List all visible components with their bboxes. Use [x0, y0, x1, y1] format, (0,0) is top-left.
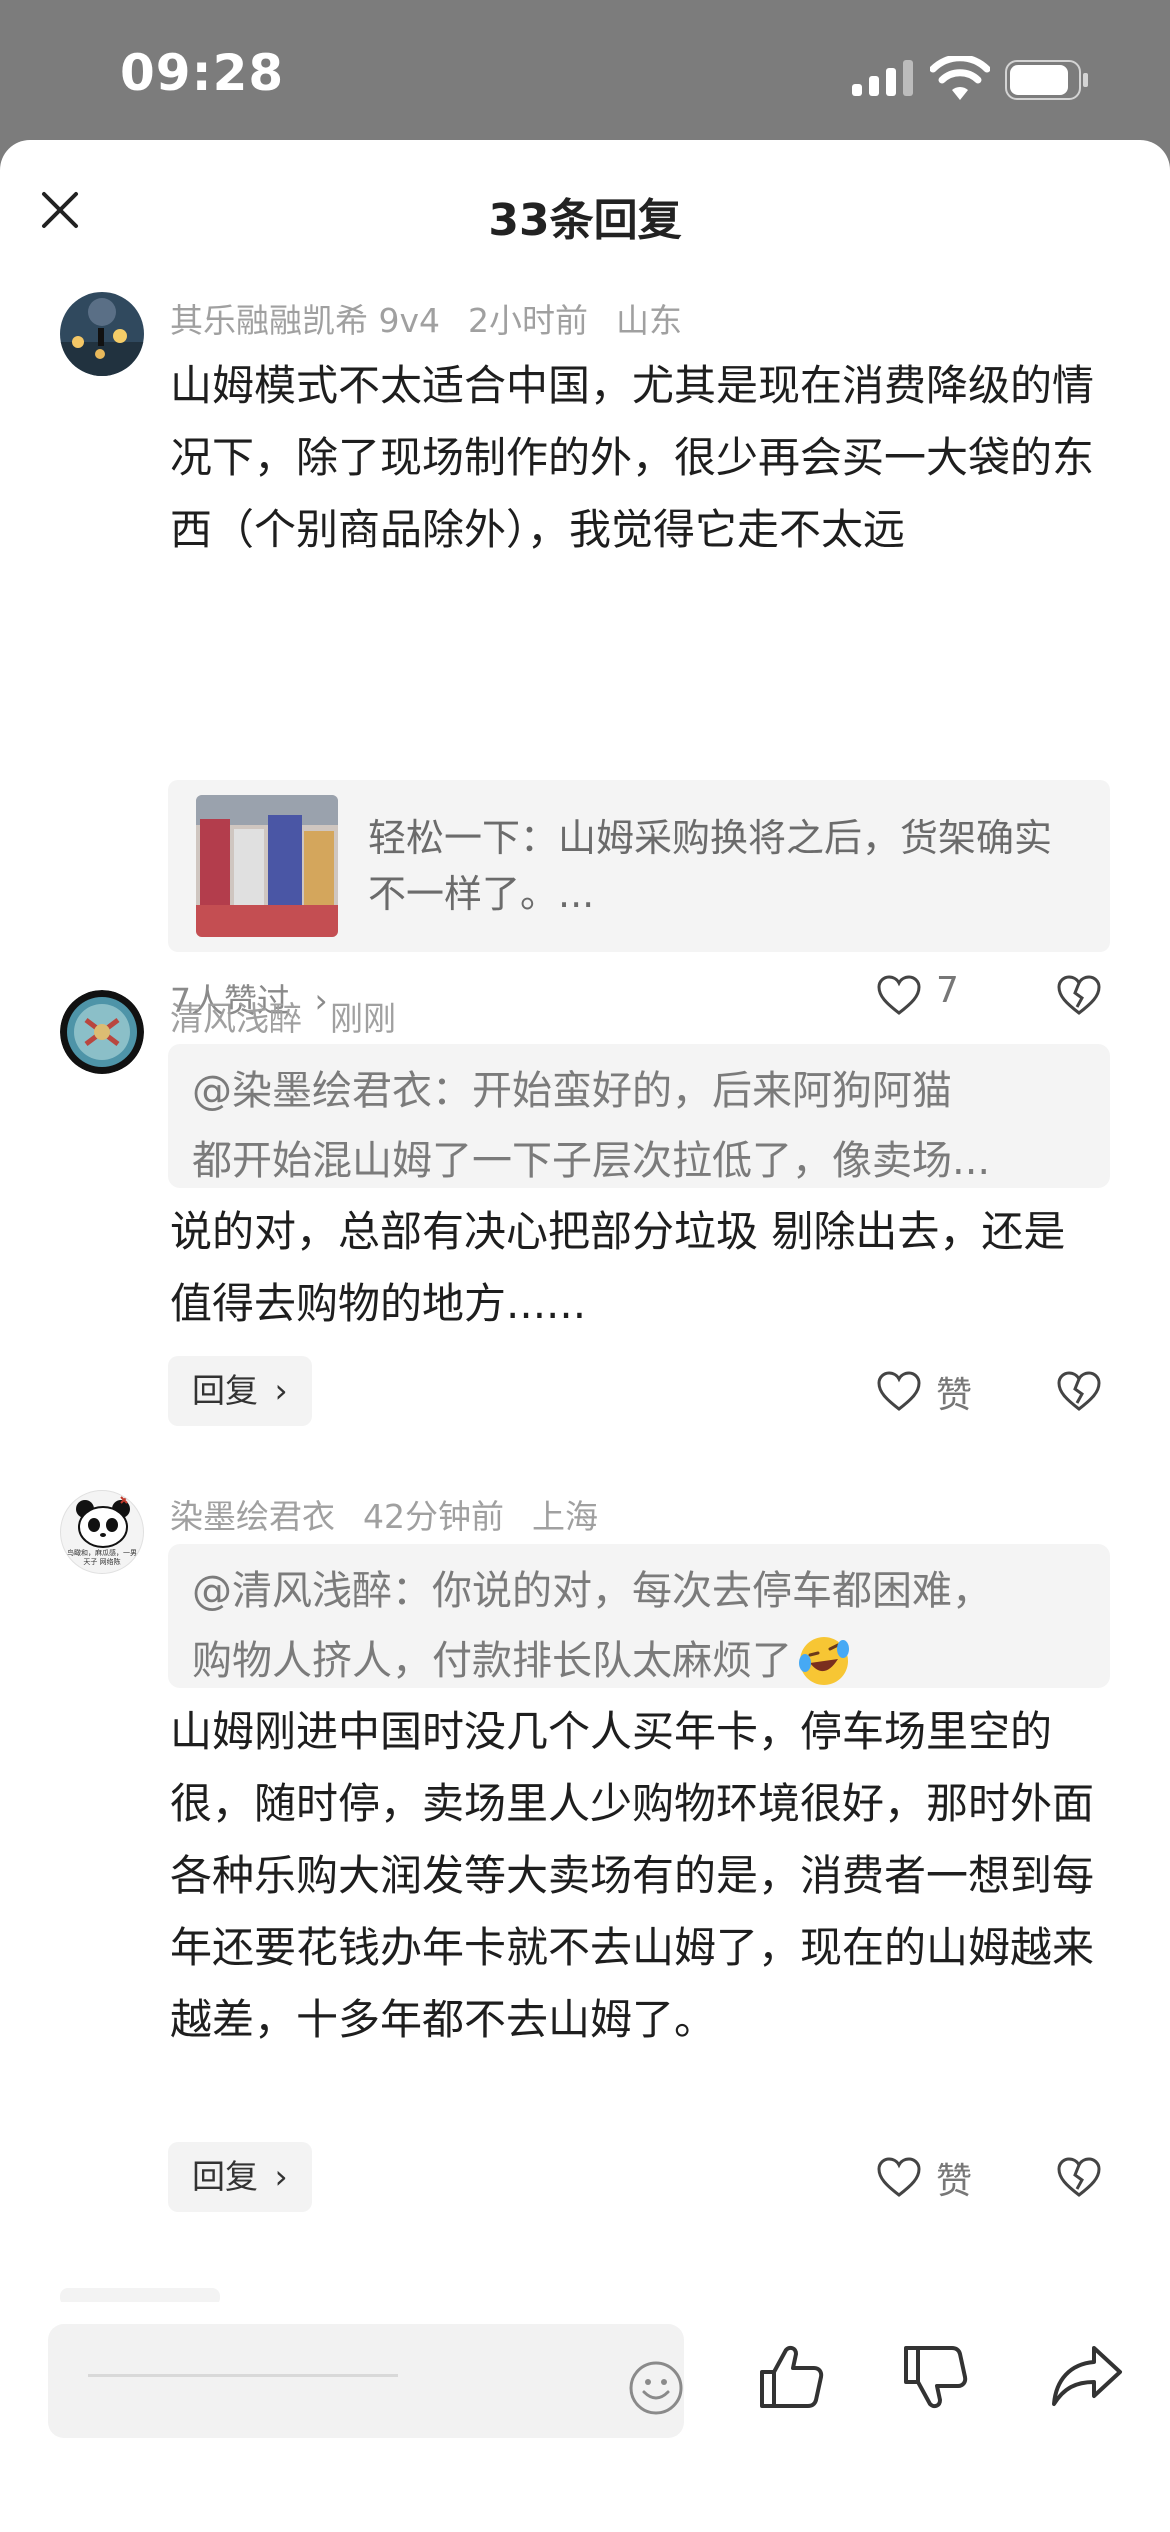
battery-icon [1005, 60, 1088, 100]
comment-text: 说的对，总部有决心把部分垃圾 剔除出去，还是值得去购物的地方...... [170, 1207, 1066, 1328]
quoted-text-line-2: 都开始混山姆了一下子层次拉低了，像卖场... [192, 1138, 991, 1184]
quoted-text-line-1: @清风浅醉：你说的对，每次去停车都困难， [192, 1568, 992, 1614]
thumbs-down-icon[interactable] [900, 2342, 970, 2412]
author-name[interactable]: 清风浅醉 [170, 999, 302, 1038]
quoted-text-line-2-row: 购物人挤人，付款排长队太麻烦了 [192, 1626, 1086, 1696]
like-label: 赞 [936, 2161, 973, 2202]
reply-button-label: 回复 [192, 2157, 258, 2196]
avatar[interactable] [60, 990, 144, 1074]
cellular-signal-icon [852, 60, 913, 96]
reply-input[interactable] [48, 2324, 684, 2438]
quoted-reply[interactable]: @清风浅醉：你说的对，每次去停车都困难， 购物人挤人，付款排长队太麻烦了 [168, 1544, 1110, 1688]
heart-icon[interactable] [876, 1370, 922, 1412]
broken-heart-icon[interactable] [1056, 974, 1102, 1016]
avatar[interactable]: 鸟瞰和，麻瓜感，一男天子 网络陈 [60, 1490, 144, 1574]
emoji-icon[interactable] [628, 2360, 684, 2416]
chevron-right-icon: › [274, 2157, 288, 2196]
reply-button[interactable]: 回复 › [168, 2142, 312, 2212]
comment-time: 2小时前 [468, 301, 589, 340]
comment-location: 上海 [532, 1497, 598, 1536]
comment-meta: 染墨绘君衣 42分钟前 上海 [170, 1490, 626, 1538]
article-thumbnail [196, 795, 338, 937]
author-name[interactable]: 其乐融融凯希 9v4 [170, 301, 440, 340]
sheet-title: 33条回复 [488, 195, 682, 246]
comment-time: 42分钟前 [363, 1497, 504, 1536]
quoted-reply[interactable]: @染墨绘君衣：开始蛮好的，后来阿狗阿猫 都开始混山姆了一下子层次拉低了，像卖场.… [168, 1044, 1110, 1188]
author-name[interactable]: 染墨绘君衣 [170, 1497, 335, 1536]
status-bar: 09:28 [0, 0, 1170, 140]
comment-location: 山东 [616, 301, 683, 340]
reply-input-placeholder [88, 2362, 398, 2392]
linked-article-card[interactable]: 轻松一下：山姆采购换将之后，货架确实不一样了。... [168, 780, 1110, 952]
linked-article-title: 轻松一下：山姆采购换将之后，货架确实不一样了。... [368, 816, 1053, 916]
bottom-action-bar [0, 2302, 1170, 2532]
laughing-crying-emoji-icon [799, 1637, 849, 1685]
comment-text: 山姆刚进中国时没几个人买年卡，停车场里空的很，随时停，卖场里人少购物环境很好，那… [170, 1707, 1095, 2044]
comment-meta: 其乐融融凯希 9v4 2小时前 山东 [170, 294, 710, 342]
reply-button-label: 回复 [192, 1371, 258, 1410]
broken-heart-icon[interactable] [1056, 2156, 1102, 2198]
quoted-text-line-2: 购物人挤人，付款排长队太麻烦了 [192, 1638, 792, 1684]
avatar-caption: 鸟瞰和，麻瓜感，一男天子 网络陈 [67, 1549, 137, 1566]
status-time: 09:28 [120, 44, 285, 102]
like-count: 7 [936, 970, 959, 1011]
heart-icon[interactable] [876, 2156, 922, 2198]
thumbs-up-icon[interactable] [756, 2342, 826, 2412]
comment-text: 山姆模式不太适合中国，尤其是现在消费降级的情况下，除了现场制作的外，很少再会买一… [170, 361, 1095, 554]
heart-icon[interactable] [876, 974, 922, 1016]
like-label: 赞 [936, 1375, 973, 1416]
comment-time: 刚刚 [330, 999, 396, 1038]
comment-meta: 清风浅醉 刚刚 [170, 992, 424, 1040]
broken-heart-icon[interactable] [1056, 1370, 1102, 1412]
wifi-icon [930, 56, 990, 100]
replies-sheet: 33条回复 其乐融融凯希 9v4 2小时前 山东 山姆模式不太适合中国，尤其是现在消… [0, 140, 1170, 2532]
share-icon[interactable] [1050, 2342, 1124, 2408]
reply-button[interactable]: 回复 › [168, 1356, 312, 1426]
avatar[interactable] [60, 292, 144, 376]
chevron-right-icon: › [274, 1371, 288, 1410]
panda-avatar [76, 1496, 130, 1548]
quoted-text-line-1: @染墨绘君衣：开始蛮好的，后来阿狗阿猫 [192, 1068, 952, 1114]
